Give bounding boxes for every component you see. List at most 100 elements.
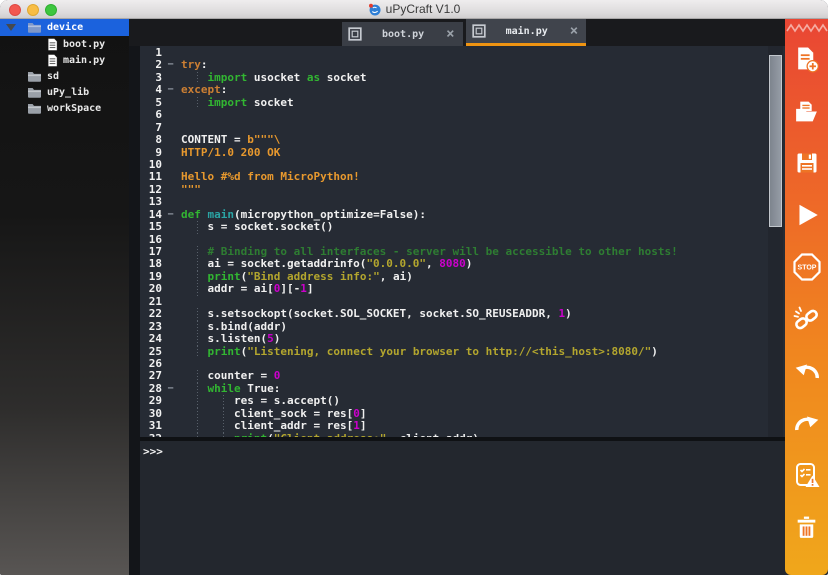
toolbar-zigzag-decoration <box>786 21 828 33</box>
tab-label: main.py <box>494 26 560 37</box>
stop-button[interactable]: STOP <box>785 241 828 293</box>
editor-scrollbar-thumb[interactable] <box>769 55 782 227</box>
fold-gutter <box>162 283 179 295</box>
code-line[interactable]: 1 <box>140 47 785 59</box>
sidebar-item-upy-lib[interactable]: uPy_lib <box>0 84 129 100</box>
connect-icon <box>793 305 821 333</box>
code-text <box>179 109 785 121</box>
fold-gutter <box>162 296 179 308</box>
disclosure-triangle-icon[interactable] <box>6 24 16 31</box>
code-line[interactable]: 5 import socket <box>140 97 785 109</box>
folder-icon <box>27 87 42 98</box>
code-line[interactable]: 12""" <box>140 184 785 196</box>
fold-gutter <box>162 358 179 370</box>
fold-gutter <box>162 122 179 134</box>
window-title: uPyCraft V1.0 <box>386 2 461 16</box>
code-text: """ <box>179 184 785 196</box>
fold-gutter <box>162 171 179 183</box>
sidebar-item-main-py[interactable]: main.py <box>0 52 129 68</box>
code-line[interactable]: 9HTTP/1.0 200 OK <box>140 147 785 159</box>
zoom-button[interactable] <box>45 4 57 16</box>
code-line[interactable]: 32 print("Client address:", client_addr) <box>140 433 785 437</box>
fold-gutter <box>162 433 179 437</box>
syntax-check-button[interactable] <box>785 449 828 501</box>
save-icon <box>794 150 820 176</box>
sidebar-item-label: main.py <box>63 55 105 66</box>
terminal-console[interactable]: >>> <box>140 441 785 575</box>
redo-button[interactable] <box>785 397 828 449</box>
app-logo-icon <box>368 3 381 16</box>
line-number: 31 <box>140 420 162 432</box>
fold-gutter <box>162 258 179 270</box>
fold-gutter <box>162 221 179 233</box>
undo-icon <box>793 357 821 385</box>
fold-gutter <box>162 47 179 59</box>
folder-icon <box>27 22 42 33</box>
fold-marker-icon[interactable]: − <box>162 209 179 221</box>
download-run-button[interactable] <box>785 189 828 241</box>
open-file-button[interactable] <box>785 85 828 137</box>
sidebar-item-boot-py[interactable]: boot.py <box>0 36 129 52</box>
tab-boot-py[interactable]: boot.py× <box>342 22 463 46</box>
new-file-button[interactable] <box>785 33 828 85</box>
line-number: 6 <box>140 109 162 121</box>
toolbar: STOP <box>785 19 828 575</box>
fold-marker-icon[interactable]: − <box>162 59 179 71</box>
title-bar: uPyCraft V1.0 <box>0 0 828 19</box>
fold-gutter <box>162 333 179 345</box>
code-line[interactable]: 15 s = socket.socket() <box>140 221 785 233</box>
minimize-button[interactable] <box>27 4 39 16</box>
close-button[interactable] <box>9 4 21 16</box>
fold-gutter <box>162 420 179 432</box>
sidebar-item-label: uPy_lib <box>47 87 89 98</box>
fold-gutter <box>162 72 179 84</box>
code-line[interactable]: 11Hello #%d from MicroPython! <box>140 171 785 183</box>
sidebar-item-sd[interactable]: sd <box>0 68 129 84</box>
file-tree-sidebar: device boot.py main.py sd uPy_lib workSp… <box>0 19 129 575</box>
fold-gutter <box>162 234 179 246</box>
file-icon <box>47 54 58 67</box>
sidebar-item-device[interactable]: device <box>0 19 129 36</box>
file-icon <box>47 38 58 51</box>
code-text: print("Client address:", client_addr) <box>179 433 785 437</box>
connect-button[interactable] <box>785 293 828 345</box>
code-text <box>179 47 785 59</box>
code-text: import usocket as socket <box>179 72 785 84</box>
sidebar-item-workspace[interactable]: workSpace <box>0 100 129 116</box>
code-line[interactable]: 3 import usocket as socket <box>140 72 785 84</box>
line-number: 11 <box>140 171 162 183</box>
code-line[interactable]: 25 print("Listening, connect your browse… <box>140 346 785 358</box>
fold-gutter <box>162 147 179 159</box>
fold-gutter <box>162 196 179 208</box>
code-line[interactable]: 6 <box>140 109 785 121</box>
code-text: addr = ai[0][-1] <box>179 283 785 295</box>
code-line[interactable]: 20 addr = ai[0][-1] <box>140 283 785 295</box>
tab-main-py[interactable]: main.py × <box>466 19 587 46</box>
run-icon <box>793 201 821 229</box>
clear-button[interactable] <box>785 501 828 553</box>
editor-area: boot.py× main.py× 12−try:3 import usocke… <box>129 19 785 575</box>
line-number: 27 <box>140 370 162 382</box>
line-number: 2 <box>140 59 162 71</box>
fold-gutter <box>162 395 179 407</box>
fold-gutter <box>162 134 179 146</box>
line-number: 15 <box>140 221 162 233</box>
tab-close-icon[interactable]: × <box>568 26 580 36</box>
fold-gutter <box>162 184 179 196</box>
stop-icon-label: STOP <box>797 265 816 272</box>
line-number: 32 <box>140 433 162 437</box>
sidebar-item-label: boot.py <box>63 39 105 50</box>
line-number: 18 <box>140 258 162 270</box>
code-editor[interactable]: 12−try:3 import usocket as socket4−excep… <box>140 46 785 437</box>
syntax-check-icon <box>793 461 821 489</box>
sidebar-item-label: workSpace <box>47 103 101 114</box>
fold-marker-icon[interactable]: − <box>162 84 179 96</box>
sidebar-item-label: device <box>47 22 83 33</box>
undo-button[interactable] <box>785 345 828 397</box>
save-button[interactable] <box>785 137 828 189</box>
line-number: 29 <box>140 395 162 407</box>
line-number: 4 <box>140 84 162 96</box>
line-number: 24 <box>140 333 162 345</box>
tab-close-icon[interactable]: × <box>444 29 456 39</box>
fold-marker-icon[interactable]: − <box>162 383 179 395</box>
